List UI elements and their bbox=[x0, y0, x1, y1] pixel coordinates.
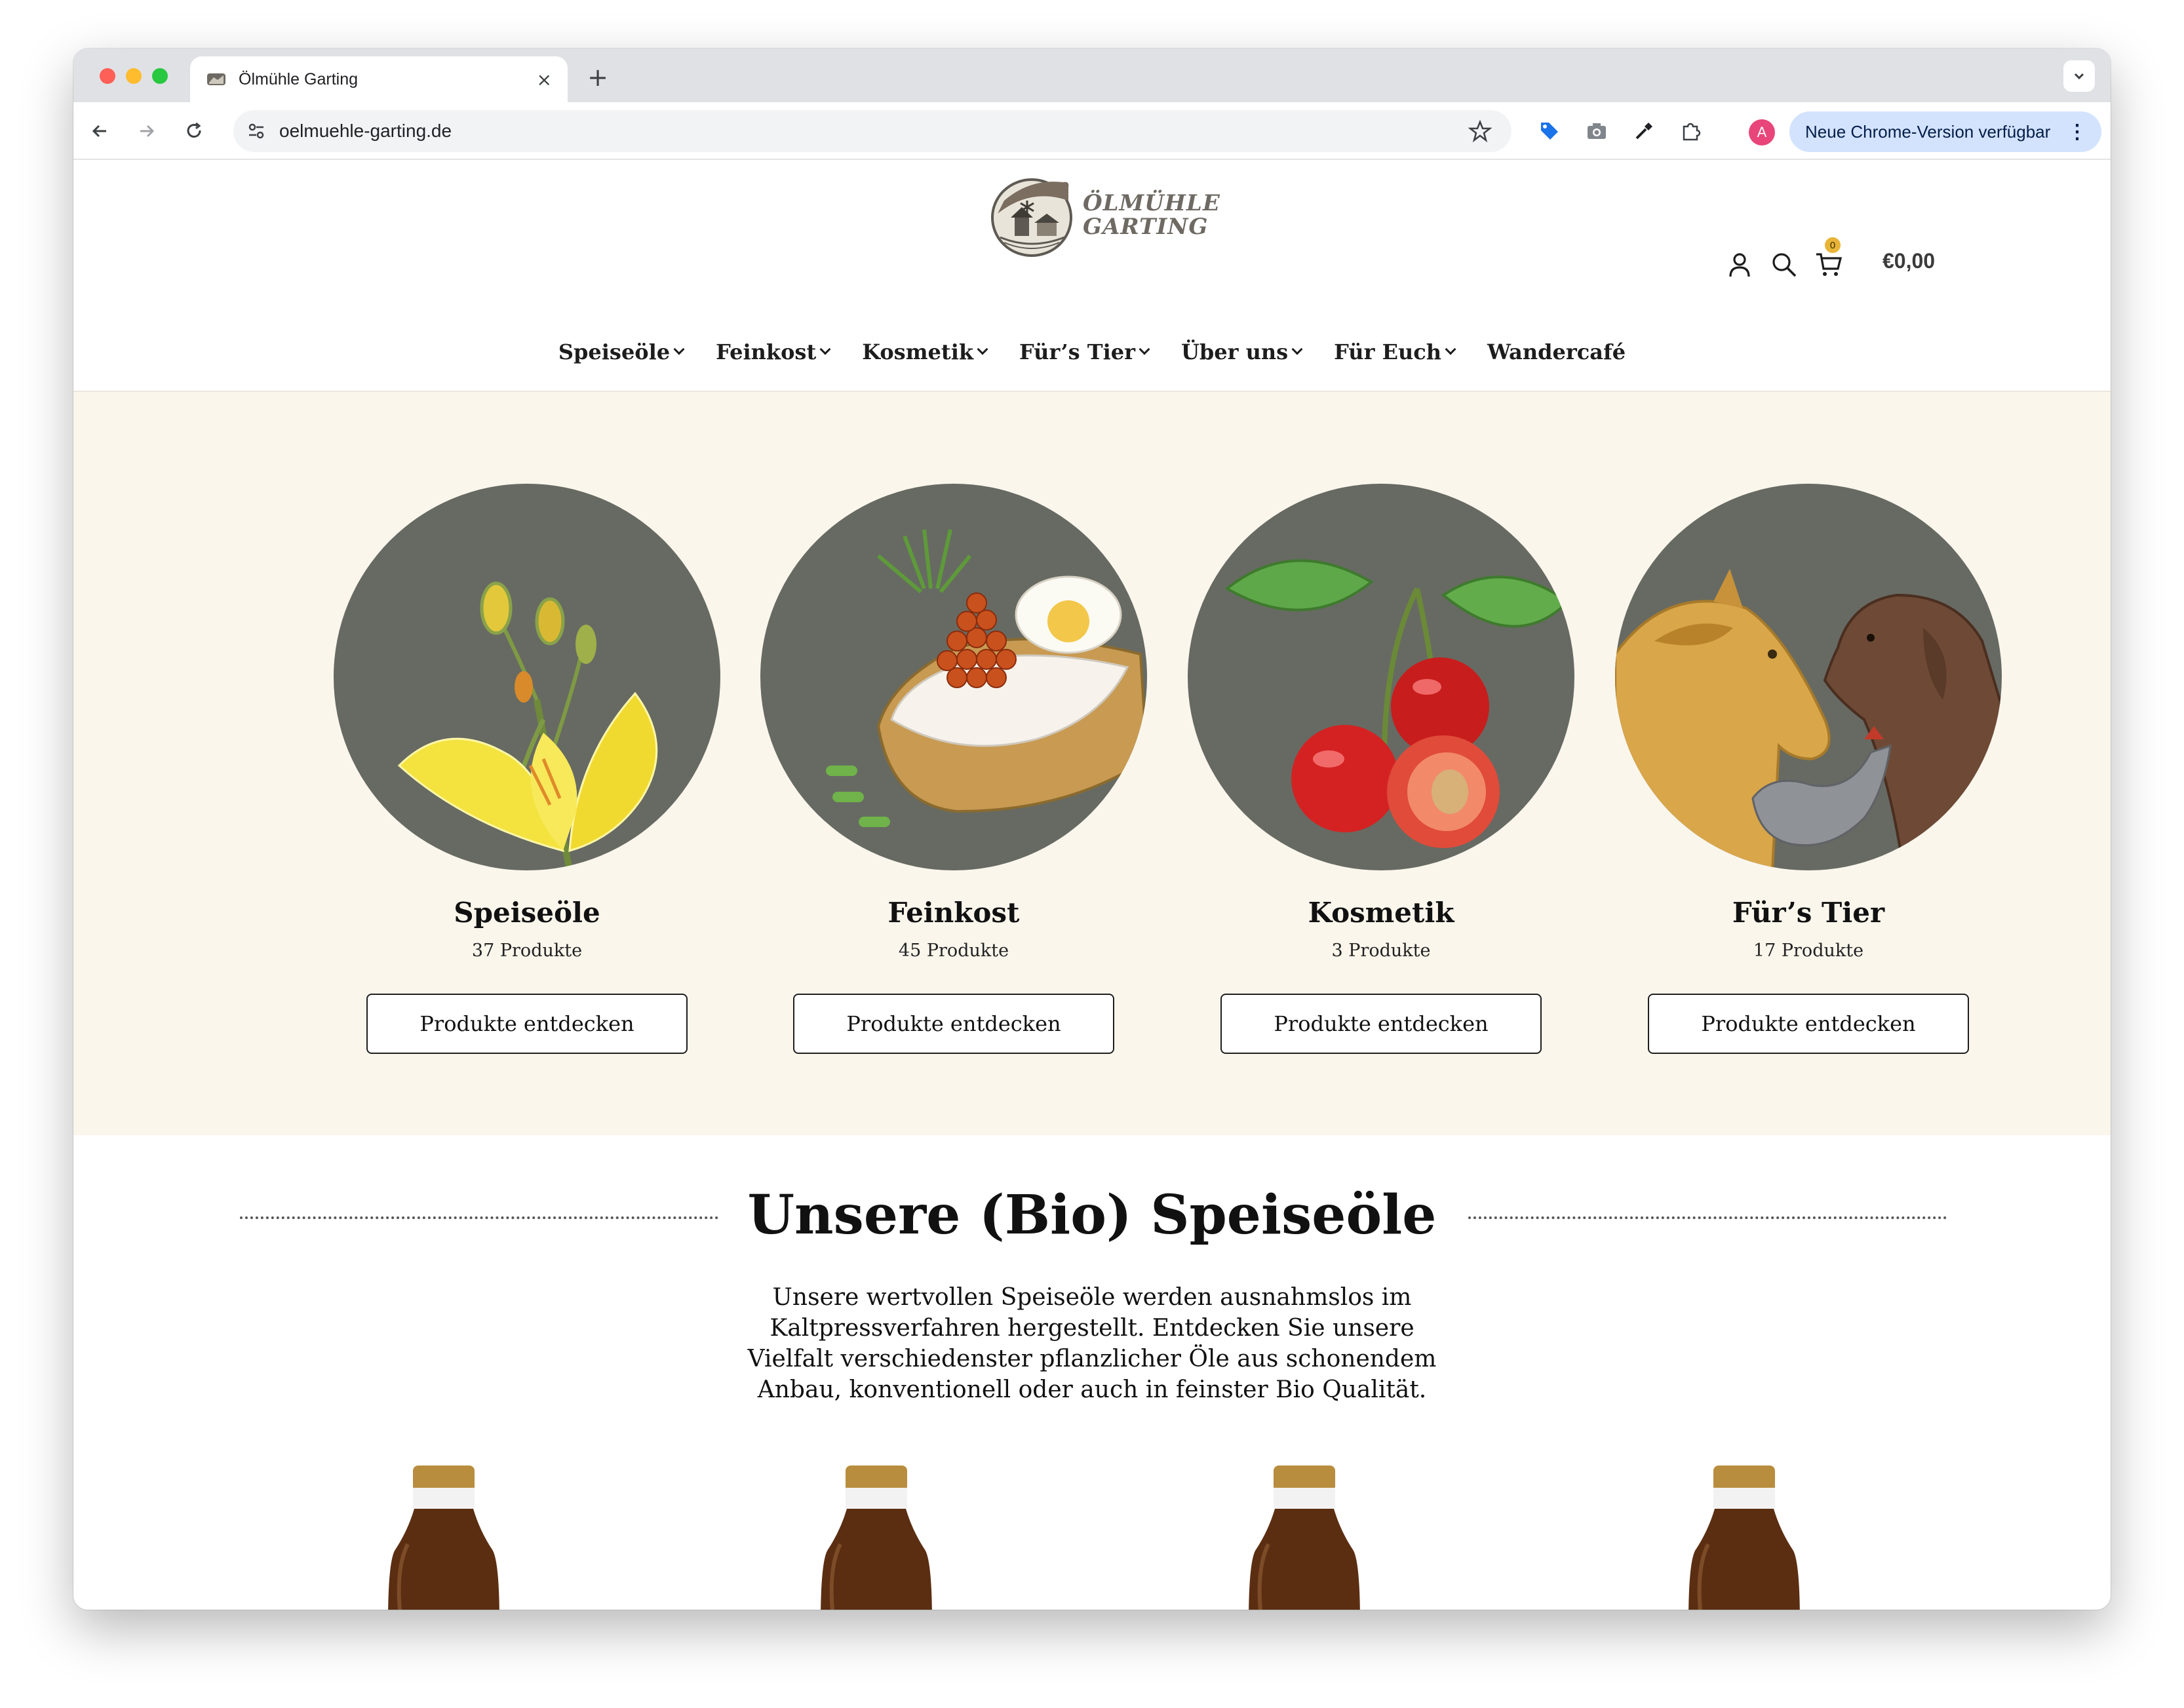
close-window-button[interactable] bbox=[100, 68, 115, 84]
nav-item-ueber-uns[interactable]: Über uns bbox=[1180, 340, 1303, 364]
chevron-down-icon bbox=[1445, 343, 1456, 355]
browser-window: Ölmühle Garting × + oelmuehle-garting.de bbox=[73, 49, 2111, 1610]
url-text: oelmuehle-garting.de bbox=[279, 121, 452, 141]
category-band: Speiseöle 37 Produkte Produkte entdecken bbox=[73, 392, 2111, 1135]
nav-label: Kosmetik bbox=[862, 340, 974, 364]
category-name: Für’s Tier bbox=[1732, 897, 1885, 929]
user-account-icon[interactable] bbox=[1725, 250, 1754, 279]
oil-bottle-image[interactable] bbox=[1682, 1465, 1806, 1610]
website-viewport: ÖLMÜHLE GARTING 0 €0,00 Speiseöle Feinko… bbox=[73, 161, 2111, 1610]
nav-label: Für Euch bbox=[1334, 340, 1441, 364]
profile-avatar[interactable]: A bbox=[1749, 119, 1775, 146]
discover-products-button[interactable]: Produkte entdecken bbox=[1220, 994, 1542, 1054]
nav-item-fuers-tier[interactable]: Für’s Tier bbox=[1019, 340, 1150, 364]
maximize-window-button[interactable] bbox=[152, 68, 168, 84]
category-card-feinkost: Feinkost 45 Produkte Produkte entdecken bbox=[757, 484, 1150, 1054]
category-count: 37 Produkte bbox=[471, 941, 583, 961]
new-tab-button[interactable]: + bbox=[579, 59, 616, 96]
chevron-down-icon bbox=[977, 343, 988, 355]
site-favicon-icon bbox=[207, 73, 225, 85]
discover-products-button[interactable]: Produkte entdecken bbox=[793, 994, 1114, 1054]
search-icon[interactable] bbox=[1770, 250, 1799, 279]
eyedropper-icon[interactable] bbox=[1629, 117, 1658, 146]
arrow-right-icon bbox=[140, 125, 155, 138]
tab-title: Ölmühle Garting bbox=[239, 69, 359, 88]
tab-close-icon[interactable]: × bbox=[537, 69, 552, 90]
category-count: 45 Produkte bbox=[898, 941, 1009, 961]
extension-tag-icon[interactable] bbox=[1535, 117, 1564, 146]
category-name: Kosmetik bbox=[1308, 897, 1454, 929]
chevron-down-icon bbox=[1139, 343, 1150, 355]
nav-item-wandercafe[interactable]: Wandercafé bbox=[1487, 340, 1626, 364]
category-card-kosmetik: Kosmetik 3 Produkte Produkte entdecken bbox=[1184, 484, 1578, 1054]
nav-label: Feinkost bbox=[716, 340, 817, 364]
reload-button[interactable] bbox=[178, 115, 210, 147]
nav-label: Wandercafé bbox=[1487, 340, 1626, 364]
nav-item-fuer-euch[interactable]: Für Euch bbox=[1334, 340, 1456, 364]
back-button[interactable] bbox=[84, 115, 115, 147]
category-name: Speiseöle bbox=[454, 897, 600, 929]
site-info-icon[interactable] bbox=[246, 121, 266, 141]
address-bar[interactable]: oelmuehle-garting.de bbox=[233, 110, 1511, 152]
nav-item-kosmetik[interactable]: Kosmetik bbox=[862, 340, 988, 364]
nav-item-feinkost[interactable]: Feinkost bbox=[716, 340, 831, 364]
discover-products-button[interactable]: Produkte entdecken bbox=[366, 994, 688, 1054]
nav-label: Speiseöle bbox=[558, 340, 671, 364]
animals-illustration[interactable] bbox=[1615, 484, 2002, 870]
browser-toolbar: oelmuehle-garting.de A Neue Chrome-Versi… bbox=[73, 102, 2111, 160]
category-count: 3 Produkte bbox=[1331, 941, 1431, 961]
logo-line-1: ÖLMÜHLE bbox=[1083, 190, 1220, 216]
cart-total[interactable]: €0,00 bbox=[1882, 249, 1935, 273]
update-label: Neue Chrome-Version verfügbar bbox=[1805, 121, 2051, 142]
category-card-fuers-tier: Für’s Tier 17 Produkte Produkte entdecke… bbox=[1612, 484, 2005, 1054]
logo-wordmark[interactable]: ÖLMÜHLE GARTING bbox=[1083, 191, 1220, 239]
cherries-illustration[interactable] bbox=[1188, 484, 1574, 870]
cart-icon[interactable] bbox=[1814, 250, 1843, 279]
cart-count-badge: 0 bbox=[1825, 237, 1841, 253]
kebab-menu-icon[interactable]: ⋮ bbox=[2067, 121, 2087, 144]
camera-icon[interactable] bbox=[1582, 117, 1611, 146]
site-header: ÖLMÜHLE GARTING 0 €0,00 Speiseöle Feinko… bbox=[73, 161, 2111, 392]
chevron-down-icon bbox=[819, 343, 831, 355]
active-tab[interactable]: Ölmühle Garting × bbox=[190, 56, 568, 102]
discover-products-button[interactable]: Produkte entdecken bbox=[1648, 994, 1969, 1054]
chevron-down-icon bbox=[1291, 343, 1303, 355]
reload-icon bbox=[187, 122, 201, 138]
flower-illustration[interactable] bbox=[334, 484, 720, 870]
tab-search-button[interactable] bbox=[2063, 60, 2095, 92]
main-navigation: Speiseöle Feinkost Kosmetik Für’s Tier Ü… bbox=[73, 340, 2111, 364]
chrome-update-button[interactable]: Neue Chrome-Version verfügbar ⋮ bbox=[1789, 111, 2101, 152]
oil-bottle-image[interactable] bbox=[381, 1465, 506, 1610]
caviar-bread-illustration[interactable] bbox=[760, 484, 1147, 870]
oil-bottle-image[interactable] bbox=[814, 1465, 939, 1610]
category-card-speiseoele: Speiseöle 37 Produkte Produkte entdecken bbox=[330, 484, 724, 1054]
logo-line-2: GARTING bbox=[1083, 214, 1209, 240]
nav-item-speiseoele[interactable]: Speiseöle bbox=[558, 340, 685, 364]
oil-bottle-image[interactable] bbox=[1242, 1465, 1367, 1610]
nav-label: Für’s Tier bbox=[1019, 340, 1135, 364]
category-name: Feinkost bbox=[887, 897, 1020, 929]
chevron-down-icon bbox=[2074, 73, 2084, 80]
bookmark-star-icon[interactable] bbox=[1468, 119, 1492, 143]
nav-label: Über uns bbox=[1180, 340, 1289, 364]
minimize-window-button[interactable] bbox=[126, 68, 142, 84]
arrow-left-icon bbox=[92, 125, 106, 138]
chevron-down-icon bbox=[673, 343, 685, 355]
section-title: Unsere (Bio) Speiseöle bbox=[747, 1184, 1437, 1247]
category-count: 17 Produkte bbox=[1753, 941, 1864, 961]
tab-strip: Ölmühle Garting × + bbox=[73, 49, 2111, 102]
section-description: Unsere wertvollen Speiseöle werden ausna… bbox=[747, 1284, 1437, 1403]
extensions-puzzle-icon[interactable] bbox=[1677, 117, 1706, 146]
forward-button[interactable] bbox=[131, 115, 163, 147]
